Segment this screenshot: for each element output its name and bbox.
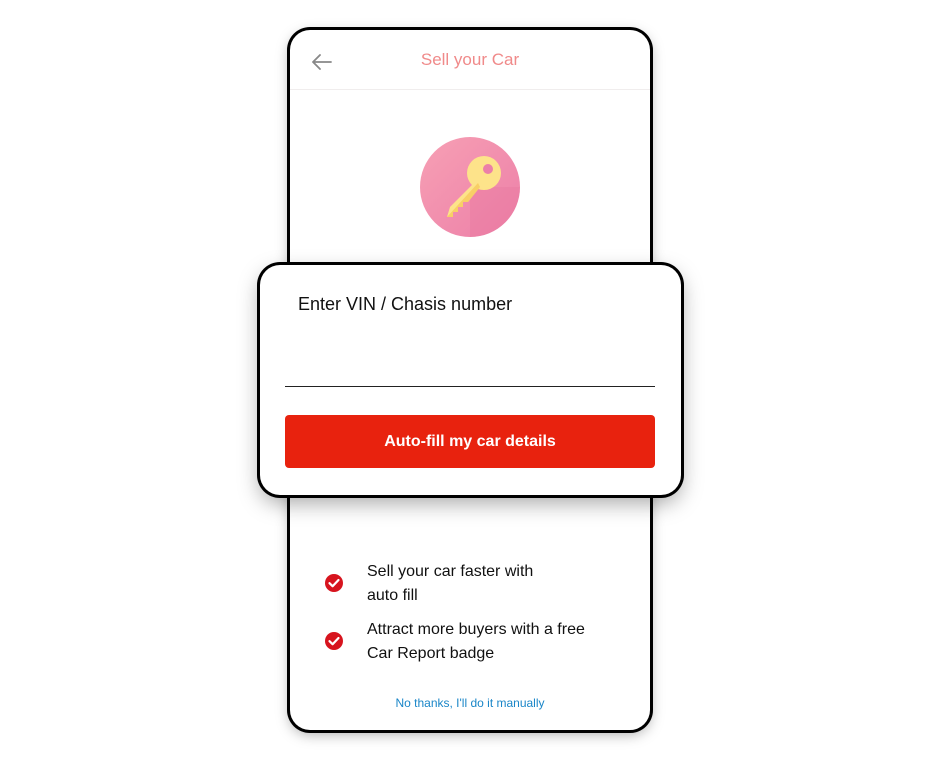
- manual-entry-link[interactable]: No thanks, I'll do it manually: [290, 696, 650, 710]
- key-icon: [420, 137, 520, 237]
- check-circle-icon: [325, 574, 343, 592]
- benefit-text: Attract more buyers with a free Car Repo…: [367, 621, 585, 662]
- benefit-item: Sell your car faster with auto fill: [324, 560, 614, 608]
- vin-input[interactable]: [285, 335, 655, 387]
- check-circle-icon: [325, 632, 343, 650]
- app-header: Sell your Car: [290, 30, 650, 90]
- benefit-item: Attract more buyers with a free Car Repo…: [324, 618, 614, 666]
- page-title: Sell your Car: [420, 50, 520, 69]
- vin-label: Enter VIN / Chasis number: [298, 294, 513, 314]
- autofill-button[interactable]: Auto-fill my car details: [285, 415, 655, 468]
- vin-card: Enter VIN / Chasis number Auto-fill my c…: [260, 265, 681, 495]
- benefit-text: Sell your car faster with auto fill: [367, 563, 534, 604]
